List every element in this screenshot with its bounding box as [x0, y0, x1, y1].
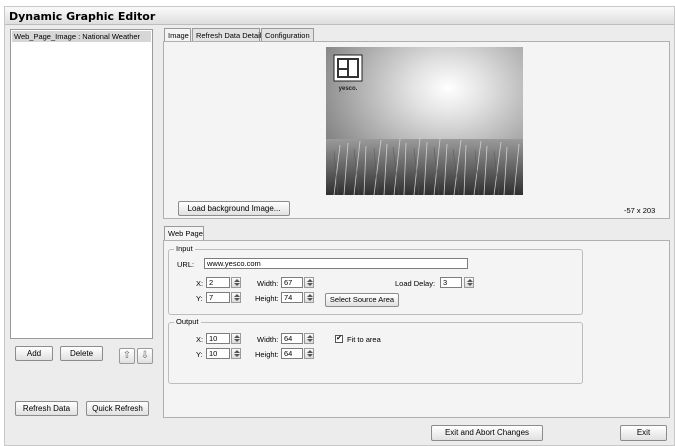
output-y-spinner[interactable] [231, 348, 241, 359]
title-bar: Dynamic Graphic Editor [5, 7, 674, 25]
output-height-label: Height: [255, 350, 279, 359]
output-width-label: Width: [257, 335, 279, 344]
input-width-field[interactable] [281, 277, 303, 288]
background-image-preview: yesco. [326, 47, 523, 195]
output-x-label: X: [196, 335, 204, 344]
input-width-label: Width: [257, 279, 279, 288]
input-x-field[interactable] [206, 277, 230, 288]
logo-text: yesco. [339, 86, 358, 92]
add-button[interactable]: Add [15, 346, 53, 361]
load-delay-label: Load Delay: [395, 279, 436, 288]
select-source-area-button[interactable]: Select Source Area [325, 293, 399, 307]
tab-web-page[interactable]: Web Page [164, 226, 204, 241]
input-height-spinner[interactable] [304, 292, 314, 303]
output-y-label: Y: [196, 350, 203, 359]
output-height-field[interactable] [281, 348, 303, 359]
tab-refresh-data-details[interactable]: Refresh Data Details [192, 28, 265, 42]
window-title: Dynamic Graphic Editor [9, 10, 156, 23]
input-y-spinner[interactable] [231, 292, 241, 303]
url-input[interactable] [204, 258, 468, 269]
exit-button[interactable]: Exit [620, 425, 667, 441]
exit-and-abort-changes-button[interactable]: Exit and Abort Changes [431, 425, 543, 441]
output-x-field[interactable] [206, 333, 230, 344]
input-x-label: X: [196, 279, 204, 288]
output-width-spinner[interactable] [304, 333, 314, 344]
input-y-field[interactable] [206, 292, 230, 303]
output-x-spinner[interactable] [231, 333, 241, 344]
input-height-label: Height: [255, 294, 279, 303]
output-height-spinner[interactable] [304, 348, 314, 359]
web-item-list[interactable]: Web_Page_Image : National Weather [10, 29, 153, 339]
load-delay-field[interactable] [440, 277, 462, 288]
input-height-field[interactable] [281, 292, 303, 303]
output-y-field[interactable] [206, 348, 230, 359]
input-group-label: Input [174, 244, 195, 253]
output-width-field[interactable] [281, 333, 303, 344]
output-group-label: Output [174, 317, 201, 326]
tab-configuration[interactable]: Configuration [261, 28, 314, 42]
quick-refresh-button[interactable]: Quick Refresh [86, 401, 149, 416]
load-background-image-button[interactable]: Load background Image... [178, 201, 290, 216]
move-down-arrow-icon: ⇩ [140, 350, 150, 361]
list-item[interactable]: Web_Page_Image : National Weather [12, 31, 151, 42]
input-x-spinner[interactable] [231, 277, 241, 288]
move-up-arrow-icon: ⇧ [122, 350, 132, 361]
input-width-spinner[interactable] [304, 277, 314, 288]
image-size-readout: -57 x 203 [624, 206, 656, 215]
delete-button[interactable]: Delete [60, 346, 103, 361]
move-up-button[interactable]: ⇧ [119, 348, 135, 364]
load-delay-spinner[interactable] [464, 277, 474, 288]
fit-to-area-label: Fit to area [347, 335, 381, 344]
fit-to-area-checkbox[interactable]: ✔ [335, 335, 343, 343]
url-label: URL: [177, 260, 195, 269]
input-y-label: Y: [196, 294, 203, 303]
move-down-button[interactable]: ⇩ [137, 348, 153, 364]
refresh-data-button[interactable]: Refresh Data [15, 401, 78, 416]
